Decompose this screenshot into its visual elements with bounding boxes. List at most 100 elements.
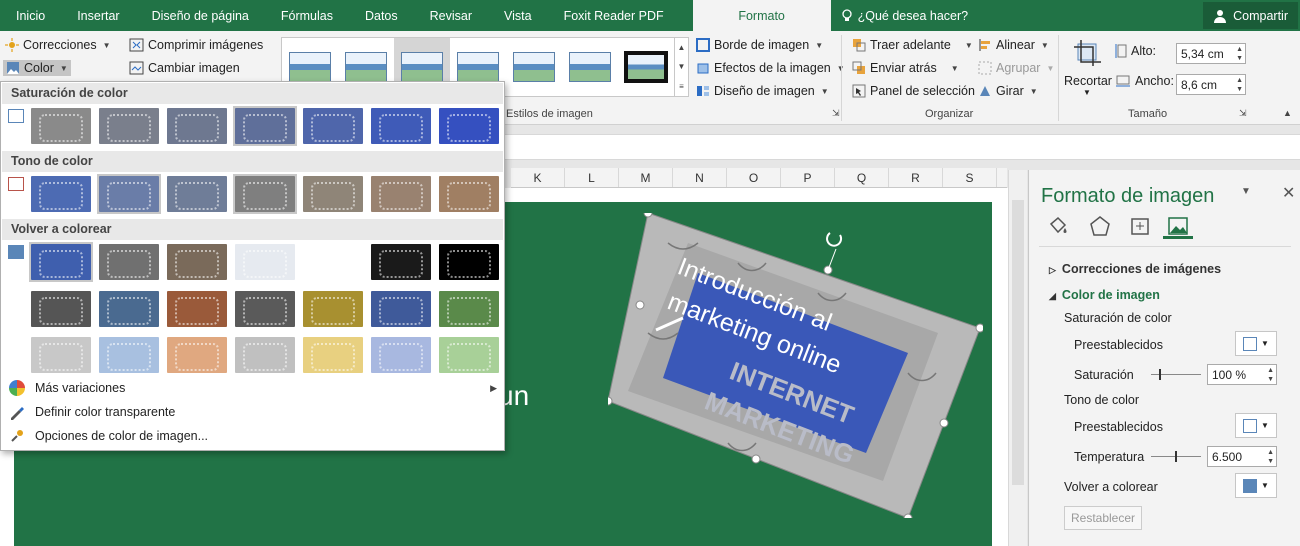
picture-corrections-section[interactable]: ▷ Correcciones de imágenes bbox=[1049, 262, 1221, 276]
saturation-input[interactable]: 100 % ▲ ▼ bbox=[1207, 364, 1277, 385]
size-dialog-launcher[interactable]: ⇲ bbox=[1239, 108, 1247, 119]
temperature-slider[interactable] bbox=[1151, 451, 1201, 462]
tell-me-box[interactable]: ¿Qué desea hacer? bbox=[841, 0, 968, 31]
color-swatch[interactable] bbox=[233, 335, 297, 375]
color-swatch[interactable] bbox=[97, 174, 161, 214]
effects-pentagon-icon[interactable] bbox=[1089, 216, 1111, 236]
column-header[interactable]: Q bbox=[835, 168, 889, 187]
more-variations-item[interactable]: Más variaciones ▶ bbox=[9, 380, 497, 396]
color-swatch[interactable] bbox=[301, 242, 365, 282]
tab-insertar[interactable]: Insertar bbox=[61, 0, 135, 31]
color-button[interactable]: Color ▼ bbox=[3, 60, 71, 76]
styles-dialog-launcher[interactable]: ⇲ bbox=[832, 108, 840, 119]
pane-options-dropdown[interactable]: ▼ bbox=[1241, 186, 1251, 197]
tab-vista[interactable]: Vista bbox=[488, 0, 548, 31]
color-swatch[interactable] bbox=[29, 174, 93, 214]
compress-button[interactable]: Comprimir imágenes bbox=[129, 38, 263, 52]
color-swatch[interactable] bbox=[29, 106, 93, 146]
color-swatch[interactable] bbox=[369, 335, 433, 375]
align-button[interactable]: Alinear ▼ bbox=[978, 38, 1049, 52]
color-swatch[interactable] bbox=[233, 242, 297, 282]
color-swatch[interactable] bbox=[233, 174, 297, 214]
tab-formato[interactable]: Formato bbox=[692, 0, 831, 31]
color-swatch[interactable] bbox=[29, 289, 93, 329]
selected-picture[interactable]: INTERNET MARKETING Introducción al marke… bbox=[608, 213, 983, 518]
color-swatch[interactable] bbox=[165, 106, 229, 146]
color-swatch[interactable] bbox=[437, 106, 501, 146]
picture-border-button[interactable]: Borde de imagen ▼ bbox=[696, 38, 823, 52]
vertical-scrollbar[interactable] bbox=[1008, 170, 1027, 546]
color-swatch[interactable] bbox=[369, 174, 433, 214]
color-swatch[interactable] bbox=[301, 106, 365, 146]
color-swatch[interactable] bbox=[97, 335, 161, 375]
corrections-button[interactable]: Correcciones ▼ bbox=[5, 38, 111, 52]
saturation-presets-button[interactable]: ▼ bbox=[1235, 331, 1277, 356]
tab-foxit[interactable]: Foxit Reader PDF bbox=[548, 0, 680, 31]
color-swatch[interactable] bbox=[97, 106, 161, 146]
crop-button[interactable]: Recortar ▼ bbox=[1064, 38, 1112, 104]
rotate-handle-icon[interactable] bbox=[826, 232, 843, 247]
tab-revisar[interactable]: Revisar bbox=[414, 0, 488, 31]
color-swatch[interactable] bbox=[29, 335, 93, 375]
picture-tab-icon[interactable] bbox=[1167, 216, 1189, 236]
color-swatch[interactable] bbox=[437, 174, 501, 214]
picture-style-7[interactable] bbox=[618, 38, 674, 96]
tab-diseno-pagina[interactable]: Diseño de página bbox=[136, 0, 265, 31]
share-button[interactable]: Compartir bbox=[1203, 2, 1298, 29]
picture-effects-button[interactable]: Efectos de la imagen▼ bbox=[696, 61, 845, 75]
column-header[interactable]: O bbox=[727, 168, 781, 187]
picture-layout-button[interactable]: Diseño de imagen ▼ bbox=[696, 84, 829, 98]
column-header[interactable]: M bbox=[619, 168, 673, 187]
color-swatch[interactable] bbox=[437, 242, 501, 282]
color-swatch[interactable] bbox=[29, 242, 93, 282]
picture-style-6[interactable] bbox=[562, 38, 618, 96]
tab-datos[interactable]: Datos bbox=[349, 0, 414, 31]
color-swatch[interactable] bbox=[369, 289, 433, 329]
tab-inicio[interactable]: Inicio bbox=[0, 0, 61, 31]
selection-pane-button[interactable]: Panel de selección bbox=[852, 84, 975, 98]
column-header[interactable]: P bbox=[781, 168, 835, 187]
set-transparent-item[interactable]: Definir color transparente bbox=[9, 404, 175, 420]
width-input[interactable]: 8,6 cm ▲ ▼ bbox=[1176, 74, 1246, 95]
change-picture-button[interactable]: Cambiar imagen bbox=[129, 61, 240, 75]
fill-line-icon[interactable] bbox=[1047, 216, 1069, 236]
column-header[interactable]: L bbox=[565, 168, 619, 187]
temperature-input[interactable]: 6.500 ▲ ▼ bbox=[1207, 446, 1277, 467]
color-swatch[interactable] bbox=[165, 289, 229, 329]
color-swatch[interactable] bbox=[233, 106, 297, 146]
color-swatch[interactable] bbox=[301, 174, 365, 214]
color-swatch[interactable] bbox=[165, 174, 229, 214]
color-swatch[interactable] bbox=[301, 289, 365, 329]
pane-close-icon[interactable]: ✕ bbox=[1282, 183, 1295, 203]
group-button[interactable]: Agrupar ▼ bbox=[978, 61, 1054, 75]
color-swatch[interactable] bbox=[437, 289, 501, 329]
size-properties-icon[interactable] bbox=[1129, 216, 1151, 236]
tab-formulas[interactable]: Fórmulas bbox=[265, 0, 349, 31]
column-header[interactable]: K bbox=[511, 168, 565, 187]
color-options-item[interactable]: Opciones de color de imagen... bbox=[9, 428, 208, 444]
column-header[interactable]: N bbox=[673, 168, 727, 187]
send-backward-button[interactable]: Enviar atrás ▼ bbox=[852, 61, 959, 75]
color-swatch[interactable] bbox=[233, 289, 297, 329]
collapse-ribbon-button[interactable]: ▲ bbox=[1283, 108, 1292, 118]
picture-style-5[interactable] bbox=[506, 38, 562, 96]
column-header[interactable]: R bbox=[889, 168, 943, 187]
color-swatch[interactable] bbox=[165, 335, 229, 375]
picture-color-section[interactable]: ◢ Color de imagen bbox=[1049, 288, 1160, 302]
color-swatch[interactable] bbox=[369, 106, 433, 146]
saturation-slider[interactable] bbox=[1151, 369, 1201, 380]
color-swatch[interactable] bbox=[97, 242, 161, 282]
column-header[interactable]: S bbox=[943, 168, 997, 187]
color-swatch[interactable] bbox=[301, 335, 365, 375]
color-swatch[interactable] bbox=[437, 335, 501, 375]
color-swatch[interactable] bbox=[369, 242, 433, 282]
color-swatch[interactable] bbox=[165, 242, 229, 282]
color-swatch[interactable] bbox=[97, 289, 161, 329]
styles-gallery-scroll[interactable]: ▲ ▼ ≡ bbox=[675, 37, 689, 97]
tone-presets-button[interactable]: ▼ bbox=[1235, 413, 1277, 438]
reset-button[interactable]: Restablecer bbox=[1064, 506, 1142, 530]
height-input[interactable]: 5,34 cm ▲ ▼ bbox=[1176, 43, 1246, 64]
rotate-button[interactable]: Girar ▼ bbox=[978, 84, 1038, 98]
bring-forward-button[interactable]: Traer adelante ▼ bbox=[852, 38, 973, 52]
recolor-presets-button[interactable]: ▼ bbox=[1235, 473, 1277, 498]
